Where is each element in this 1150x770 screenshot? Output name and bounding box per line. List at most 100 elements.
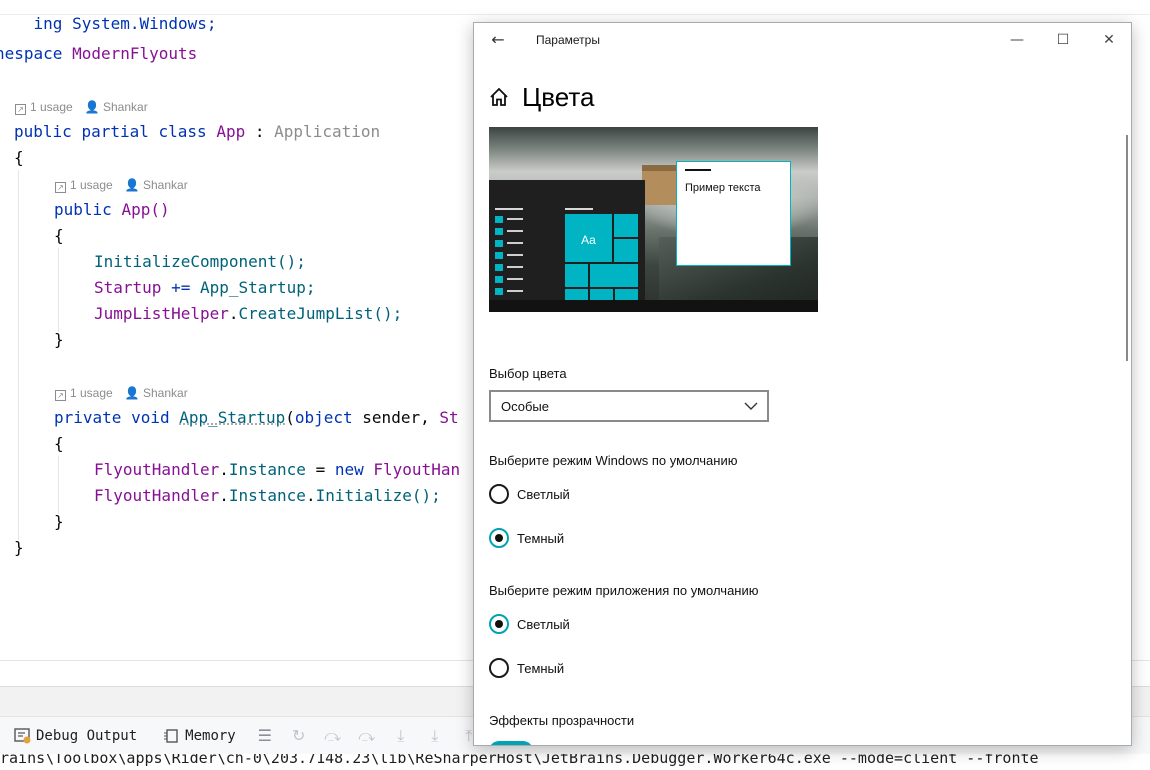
radio-circle bbox=[489, 484, 509, 504]
flyout-class: FlyoutHandler bbox=[94, 486, 220, 505]
step-into-icon[interactable]: ⤓ bbox=[390, 725, 412, 747]
preview-start-menu: Aa bbox=[489, 180, 645, 300]
start-menu-app bbox=[495, 252, 503, 259]
indent-guide bbox=[58, 248, 59, 332]
home-icon[interactable] bbox=[488, 86, 510, 108]
memory-tab[interactable]: Memory bbox=[157, 723, 242, 749]
kw-object: object bbox=[294, 408, 353, 427]
flyout-class: FlyoutHandler bbox=[94, 460, 220, 479]
code-line-init: InitializeComponent(); bbox=[94, 252, 306, 272]
usage-icon: ↗ bbox=[55, 182, 66, 193]
window-title: Параметры bbox=[536, 33, 600, 47]
transparency-toggle[interactable] bbox=[489, 741, 533, 745]
initialize-call: Initialize(); bbox=[315, 486, 441, 505]
start-menu-dash bbox=[507, 266, 523, 268]
radio-circle-selected bbox=[489, 614, 509, 634]
preview-tile bbox=[590, 264, 638, 287]
menu-icon[interactable]: ☰ bbox=[254, 725, 276, 747]
preview-tile bbox=[590, 289, 613, 300]
code-line-flyout-new: FlyoutHandler.Instance = new FlyoutHan bbox=[94, 460, 460, 480]
step-over-icon[interactable]: ⤼ bbox=[322, 725, 344, 747]
title-bar[interactable]: ← Параметры — ☐ ✕ bbox=[474, 23, 1131, 57]
namespace-keyword: nespace bbox=[0, 44, 63, 63]
windows-mode-dark-radio[interactable]: Темный bbox=[489, 527, 564, 549]
kw-private: private bbox=[54, 408, 122, 427]
start-menu-dash bbox=[507, 290, 523, 292]
console-output: rains\Toolbox\apps\Rider\ch-0\203.7148.2… bbox=[0, 754, 1150, 770]
radio-label: Темный bbox=[517, 530, 565, 546]
minimize-icon[interactable]: — bbox=[994, 23, 1040, 57]
app-mode-dark-radio[interactable]: Темный bbox=[489, 657, 564, 679]
kw-class: class bbox=[158, 122, 207, 141]
page-title: Цвета bbox=[522, 81, 595, 112]
dot: . bbox=[305, 486, 316, 505]
author-icon: 👤 bbox=[124, 386, 140, 400]
wallpaper-castle bbox=[642, 165, 678, 205]
color-choice-value: Особые bbox=[501, 399, 550, 414]
code-brace: { bbox=[54, 434, 64, 453]
start-menu-dash bbox=[507, 278, 523, 280]
start-menu-app bbox=[495, 276, 503, 283]
init-call: InitializeComponent(); bbox=[94, 252, 306, 271]
start-menu-app bbox=[495, 288, 503, 295]
app-mode-light-radio[interactable]: Светлый bbox=[489, 613, 570, 635]
author-icon: 👤 bbox=[124, 178, 140, 192]
windows-mode-label: Выберите режим Windows по умолчанию bbox=[489, 453, 738, 468]
page-header: Цвета bbox=[488, 79, 594, 115]
flyout-class-cut: FlyoutHan bbox=[373, 460, 461, 479]
close-icon[interactable]: ✕ bbox=[1086, 23, 1131, 57]
color-choice-label: Выбор цвета bbox=[489, 366, 567, 381]
preview-tile bbox=[614, 214, 638, 237]
preview-tile bbox=[565, 289, 588, 300]
code-brace: } bbox=[54, 512, 64, 531]
usage-hint-method[interactable]: ↗ 1 usage 👤 Shankar bbox=[55, 385, 188, 401]
code-line-namespace: nespace ModernFlyouts bbox=[0, 44, 197, 64]
preview-window: Пример текста bbox=[676, 161, 791, 266]
preview-taskbar bbox=[489, 300, 818, 312]
usage-icon: ↗ bbox=[55, 390, 66, 401]
code-line-jumplist: JumpListHelper.CreateJumpList(); bbox=[94, 304, 402, 324]
base-class: Application bbox=[274, 122, 381, 141]
colon: : bbox=[254, 122, 265, 141]
usage-hint-ctor[interactable]: ↗ 1 usage 👤 Shankar bbox=[55, 177, 188, 193]
preview-window-bar bbox=[685, 169, 711, 171]
usage-count: 1 usage bbox=[70, 178, 113, 192]
start-menu-app bbox=[495, 228, 503, 235]
back-arrow-icon[interactable]: ← bbox=[484, 29, 512, 51]
force-step-into-icon[interactable]: ⤓ bbox=[424, 725, 446, 747]
debug-output-icon bbox=[14, 727, 31, 743]
windows-mode-light-radio[interactable]: Светлый bbox=[489, 483, 570, 505]
preview-tile-large: Aa bbox=[565, 214, 612, 262]
start-menu-dash bbox=[507, 254, 523, 256]
dot: . bbox=[219, 460, 229, 479]
memory-label: Memory bbox=[185, 727, 236, 744]
transparency-label: Эффекты прозрачности bbox=[489, 713, 635, 728]
code-line-ctor: public App() bbox=[54, 200, 170, 220]
namespace-name: ModernFlyouts bbox=[72, 44, 198, 63]
instance-prop: Instance bbox=[228, 460, 306, 479]
usage-count: 1 usage bbox=[70, 386, 113, 400]
code-brace: } bbox=[14, 538, 24, 557]
author-icon: 👤 bbox=[84, 100, 100, 114]
debug-output-tab[interactable]: Debug Output bbox=[8, 723, 143, 749]
code-line-method: private void App_Startup(object sender, … bbox=[54, 408, 459, 428]
console-command-line: rains\Toolbox\apps\Rider\ch-0\203.7148.2… bbox=[0, 754, 1039, 767]
ctor-name: App() bbox=[121, 200, 170, 219]
step-over-alt-icon[interactable]: ⤼ bbox=[356, 725, 378, 747]
startup-event: Startup bbox=[94, 278, 162, 297]
preview-tile-text: Aa bbox=[581, 233, 596, 247]
color-choice-dropdown[interactable]: Особые bbox=[489, 390, 769, 422]
usage-hint-class[interactable]: ↗ 1 usage 👤 Shankar bbox=[15, 99, 148, 115]
kw-new: new bbox=[334, 460, 364, 479]
dot: . bbox=[219, 486, 229, 505]
preview-tile bbox=[565, 264, 588, 287]
author-name: Shankar bbox=[143, 178, 188, 192]
preview-sample-text: Пример текста bbox=[685, 182, 761, 194]
chevron-down-icon bbox=[744, 402, 758, 410]
maximize-icon[interactable]: ☐ bbox=[1040, 23, 1086, 57]
scrollbar[interactable] bbox=[1126, 135, 1128, 361]
memory-icon bbox=[164, 728, 178, 743]
code-brace: } bbox=[54, 330, 64, 349]
kw-public: public bbox=[54, 200, 112, 219]
rerun-icon[interactable]: ↻ bbox=[288, 725, 310, 747]
